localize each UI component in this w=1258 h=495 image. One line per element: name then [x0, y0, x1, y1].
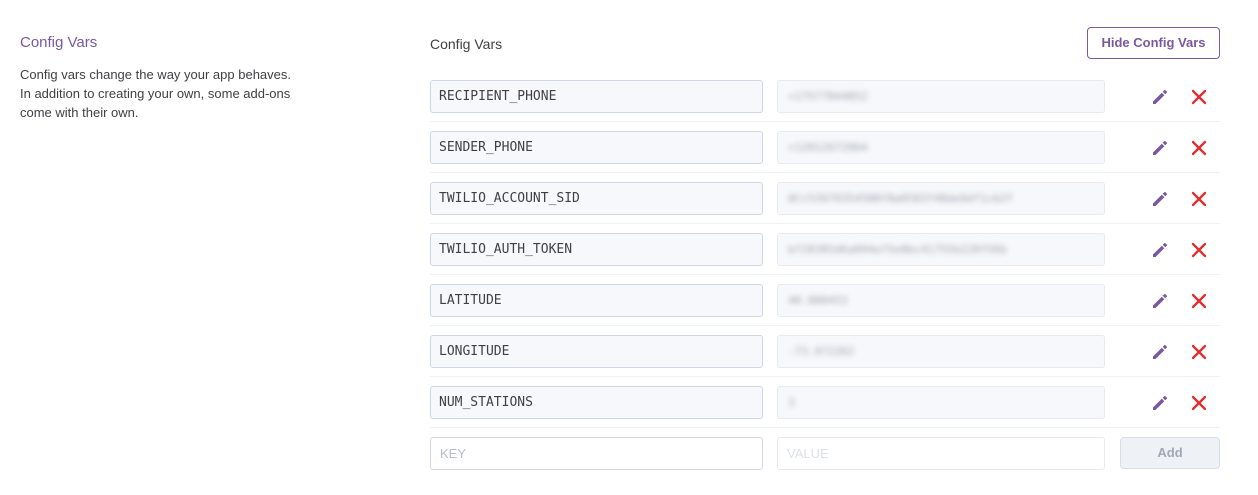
- config-vars-header: Config Vars: [430, 36, 503, 52]
- config-var-row: LONGITUDE -73.972262: [430, 326, 1220, 377]
- pencil-icon[interactable]: [1150, 87, 1170, 107]
- config-var-key[interactable]: TWILIO_AUTH_TOKEN: [430, 233, 763, 266]
- config-var-key[interactable]: RECIPIENT_PHONE: [430, 80, 763, 113]
- config-var-value[interactable]: bf28385d6a094ef5e8bc41755b220f56b: [777, 233, 1105, 266]
- config-var-value[interactable]: 3: [777, 386, 1105, 419]
- section-title: Config Vars: [20, 34, 98, 51]
- config-var-value-text: bf28385d6a094ef5e8bc41755b220f56b: [788, 243, 1007, 256]
- config-vars-list: RECIPIENT_PHONE +17577844852 SENDER_PHON…: [430, 71, 1220, 479]
- config-var-key[interactable]: LATITUDE: [430, 284, 763, 317]
- config-var-value-text: 40.880453: [788, 294, 848, 307]
- new-config-var-row: Add: [430, 428, 1220, 479]
- hide-config-vars-button[interactable]: Hide Config Vars: [1087, 27, 1220, 59]
- config-var-key[interactable]: SENDER_PHONE: [430, 131, 763, 164]
- config-var-value-text: ACc53970354588f8a0583f48de9df1cb2f: [788, 192, 1014, 205]
- close-icon[interactable]: [1189, 240, 1209, 260]
- config-var-value[interactable]: +12012672064: [777, 131, 1105, 164]
- config-var-value[interactable]: 40.880453: [777, 284, 1105, 317]
- config-var-row: SENDER_PHONE +12012672064: [430, 122, 1220, 173]
- config-var-row: TWILIO_ACCOUNT_SID ACc53970354588f8a0583…: [430, 173, 1220, 224]
- close-icon[interactable]: [1189, 189, 1209, 209]
- new-value-input[interactable]: [777, 437, 1105, 470]
- pencil-icon[interactable]: [1150, 291, 1170, 311]
- config-var-key[interactable]: LONGITUDE: [430, 335, 763, 368]
- config-var-value-text: -73.972262: [788, 345, 855, 358]
- section-description: Config vars change the way your app beha…: [20, 67, 292, 120]
- pencil-icon[interactable]: [1150, 240, 1170, 260]
- pencil-icon[interactable]: [1150, 393, 1170, 413]
- close-icon[interactable]: [1189, 138, 1209, 158]
- add-button[interactable]: Add: [1120, 437, 1220, 469]
- close-icon[interactable]: [1189, 342, 1209, 362]
- config-var-key[interactable]: TWILIO_ACCOUNT_SID: [430, 182, 763, 215]
- close-icon[interactable]: [1189, 291, 1209, 311]
- new-key-input[interactable]: [430, 437, 763, 470]
- pencil-icon[interactable]: [1150, 342, 1170, 362]
- config-var-row: TWILIO_AUTH_TOKEN bf28385d6a094ef5e8bc41…: [430, 224, 1220, 275]
- config-var-value[interactable]: -73.972262: [777, 335, 1105, 368]
- pencil-icon[interactable]: [1150, 189, 1170, 209]
- pencil-icon[interactable]: [1150, 138, 1170, 158]
- config-var-row: NUM_STATIONS 3: [430, 377, 1220, 428]
- config-vars-info: Config Vars Config vars change the way y…: [20, 33, 310, 122]
- close-icon[interactable]: [1189, 87, 1209, 107]
- config-var-value-text: +12012672064: [788, 141, 868, 154]
- config-var-value-text: +17577844852: [788, 90, 868, 103]
- config-var-key[interactable]: NUM_STATIONS: [430, 386, 763, 419]
- config-var-row: LATITUDE 40.880453: [430, 275, 1220, 326]
- config-var-value[interactable]: +17577844852: [777, 80, 1105, 113]
- config-var-value-text: 3: [788, 396, 795, 409]
- close-icon[interactable]: [1189, 393, 1209, 413]
- config-var-value[interactable]: ACc53970354588f8a0583f48de9df1cb2f: [777, 182, 1105, 215]
- config-var-row: RECIPIENT_PHONE +17577844852: [430, 71, 1220, 122]
